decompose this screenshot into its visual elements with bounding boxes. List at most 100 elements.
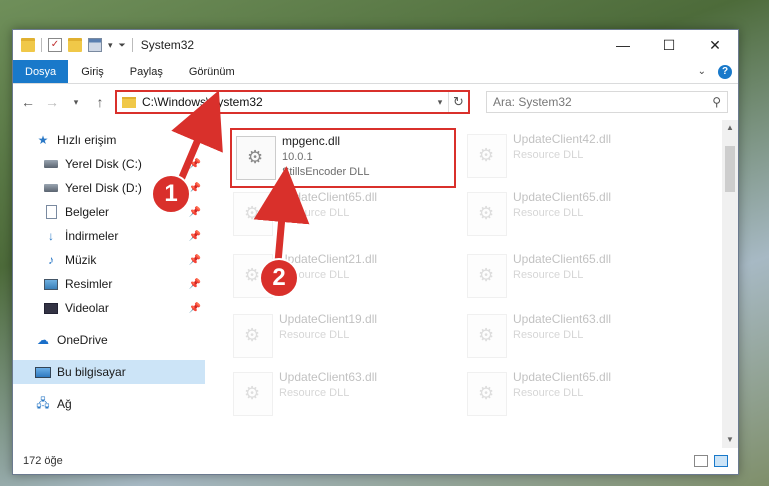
tab-view[interactable]: Görünüm (176, 60, 248, 83)
ribbon-right-icons: ⌄ ? (698, 60, 738, 83)
music-icon: ♪ (48, 253, 54, 267)
sidebar-item-label: Belgeler (65, 205, 110, 219)
window-title: System32 (140, 38, 195, 52)
file-description: Resource DLL (513, 207, 584, 219)
file-tile[interactable]: UpdateClient65.dll Resource DLL (233, 186, 453, 242)
cloud-icon: ☁ (37, 333, 49, 347)
disk-icon (43, 181, 59, 195)
tab-home[interactable]: Giriş (68, 60, 117, 83)
pin-icon[interactable]: 📌 (189, 231, 201, 242)
file-name: UpdateClient65.dll (513, 370, 612, 384)
tiles-view-icon[interactable] (714, 455, 728, 467)
file-tile[interactable]: UpdateClient65.dll Resource DLL (467, 186, 687, 242)
star-icon: ★ (37, 133, 49, 147)
computer-icon (35, 365, 51, 379)
toolbar-separator (41, 38, 42, 52)
address-bar[interactable]: C:\Windows\System32 ▾ ↻ (115, 90, 470, 114)
sidebar-item-videos[interactable]: Videolar 📌 (13, 296, 205, 320)
file-tile[interactable]: UpdateClient65.dll Resource DLL (467, 366, 687, 422)
search-icon[interactable]: ⚲ (712, 95, 721, 109)
file-version: 10.0.1 (282, 151, 313, 163)
address-path[interactable]: C:\Windows\System32 (142, 95, 432, 109)
pin-icon[interactable]: 📌 (189, 159, 201, 170)
file-description: Resource DLL (513, 387, 584, 399)
sidebar-item-quick-access[interactable]: ★ Hızlı erişim (13, 128, 205, 152)
disk-icon (43, 157, 59, 171)
dll-file-icon (467, 134, 507, 178)
vertical-scrollbar[interactable]: ▲ ▼ (722, 120, 738, 448)
file-tile[interactable]: UpdateClient63.dll Resource DLL (233, 366, 453, 422)
sidebar-item-music[interactable]: ♪ Müzik 📌 (13, 248, 205, 272)
search-placeholder: Ara: System32 (493, 95, 572, 109)
sidebar-item-label: Hızlı erişim (57, 133, 117, 147)
file-name: UpdateClient63.dll (279, 370, 378, 384)
sidebar-item-pictures[interactable]: Resimler 📌 (13, 272, 205, 296)
refresh-icon[interactable]: ↻ (448, 92, 468, 112)
dll-file-icon (233, 372, 273, 416)
scroll-down-icon[interactable]: ▼ (722, 432, 738, 448)
tab-share[interactable]: Paylaş (117, 60, 176, 83)
back-button[interactable]: ← (19, 94, 37, 110)
file-name: UpdateClient65.dll (279, 190, 378, 204)
sidebar-item-onedrive[interactable]: ☁ OneDrive (13, 328, 205, 352)
file-tile[interactable]: UpdateClient19.dll Resource DLL (233, 308, 453, 364)
status-bar: 172 öğe (13, 448, 738, 474)
item-count: 172 öğe (23, 455, 63, 467)
view-details-icon[interactable] (88, 38, 102, 52)
download-icon: ↓ (48, 229, 54, 243)
file-tile-mpgenc[interactable]: mpgenc.dll 10.0.1 StillsEncoder DLL (230, 128, 456, 188)
chevron-down-icon[interactable]: ▾ (108, 40, 113, 51)
view-switcher (694, 455, 738, 467)
sidebar-item-local-disk-c[interactable]: Yerel Disk (C:) 📌 (13, 152, 205, 176)
sidebar-item-label: Resimler (65, 277, 113, 291)
file-description: Resource DLL (513, 329, 584, 341)
pin-icon[interactable]: 📌 (189, 279, 201, 290)
folder-icon[interactable] (21, 38, 35, 52)
expand-ribbon-icon[interactable]: ⌄ (698, 66, 706, 77)
close-button[interactable]: ✕ (692, 30, 738, 60)
sidebar-item-label: Bu bilgisayar (57, 365, 126, 379)
customize-toolbar-icon[interactable]: ⏷ (119, 40, 126, 51)
minimize-button[interactable]: — (600, 30, 646, 60)
main-content: ★ Hızlı erişim Yerel Disk (C:) 📌 Yerel D… (13, 120, 738, 448)
dll-file-icon (467, 372, 507, 416)
scroll-up-icon[interactable]: ▲ (722, 120, 738, 136)
file-tile[interactable]: UpdateClient63.dll Resource DLL (467, 308, 687, 364)
search-input[interactable]: Ara: System32 ⚲ (486, 91, 728, 113)
scrollbar-thumb[interactable] (725, 146, 735, 192)
file-name: UpdateClient63.dll (513, 312, 612, 326)
sidebar-item-network[interactable]: 🖧 Ağ (13, 392, 205, 416)
file-name: UpdateClient65.dll (513, 190, 612, 204)
step-2-badge: 2 (259, 258, 299, 298)
navigation-bar: ← → ▾ ↑ C:\Windows\System32 ▾ ↻ Ara: Sys… (13, 84, 738, 120)
pin-icon[interactable]: 📌 (189, 207, 201, 218)
tab-file[interactable]: Dosya (13, 60, 69, 83)
sidebar-item-label: İndirmeler (65, 229, 119, 243)
new-folder-icon[interactable] (68, 38, 82, 52)
details-view-icon[interactable] (694, 455, 708, 467)
help-icon[interactable]: ? (718, 64, 732, 79)
forward-button[interactable]: → (43, 94, 61, 110)
window-controls: — ☐ ✕ (600, 30, 738, 60)
chevron-down-icon[interactable]: ▾ (67, 97, 85, 108)
file-tile[interactable]: UpdateClient42.dll Resource DLL (467, 128, 687, 184)
sidebar-item-downloads[interactable]: ↓ İndirmeler 📌 (13, 224, 205, 248)
file-tile[interactable]: UpdateClient65.dll Resource DLL (467, 248, 687, 304)
sidebar-item-this-pc[interactable]: Bu bilgisayar (13, 360, 205, 384)
file-description: Resource DLL (279, 207, 350, 219)
file-description: Resource DLL (279, 387, 350, 399)
step-1-badge: 1 (151, 174, 191, 214)
file-name: mpgenc.dll (282, 134, 341, 148)
pin-icon[interactable]: 📌 (189, 255, 201, 266)
up-button[interactable]: ↑ (91, 94, 109, 110)
maximize-button[interactable]: ☐ (646, 30, 692, 60)
title-bar: ✓ ▾ ⏷ System32 — ☐ ✕ (13, 30, 738, 60)
properties-check-icon[interactable]: ✓ (48, 38, 62, 52)
navigation-pane: ★ Hızlı erişim Yerel Disk (C:) 📌 Yerel D… (13, 120, 205, 448)
file-name: UpdateClient42.dll (513, 132, 612, 146)
quick-access-toolbar: ✓ ▾ ⏷ (21, 38, 133, 52)
chevron-down-icon[interactable]: ▾ (432, 97, 448, 108)
sidebar-item-label: Müzik (65, 253, 97, 267)
pin-icon[interactable]: 📌 (189, 303, 201, 314)
